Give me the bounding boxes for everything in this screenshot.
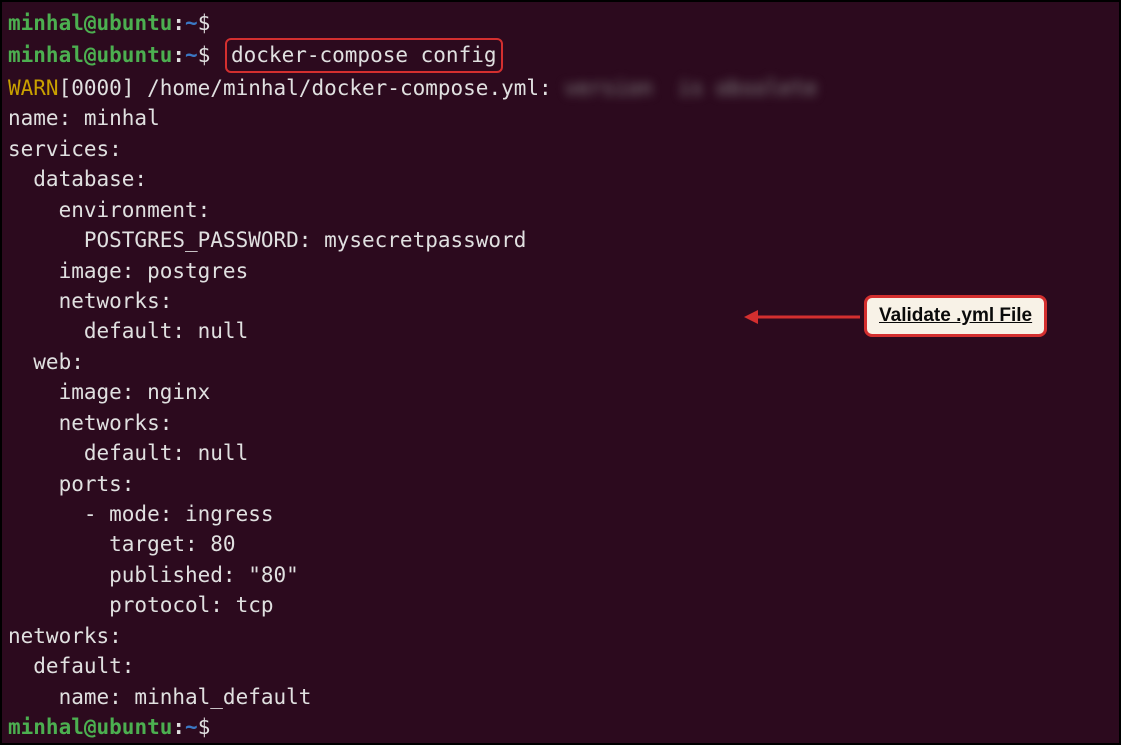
prompt-colon: : <box>172 11 185 35</box>
output-line: default: <box>8 651 1113 681</box>
output-line: networks: <box>8 621 1113 651</box>
output-line: name: minhal <box>8 103 1113 133</box>
output-line: target: 80 <box>8 529 1113 559</box>
warn-blurred: version is obsolete <box>564 76 817 100</box>
output-line: ports: <box>8 469 1113 499</box>
annotation-callout: Validate .yml File <box>742 295 1047 337</box>
prompt-at: @ <box>84 11 97 35</box>
output-line: POSTGRES_PASSWORD: mysecretpassword <box>8 225 1113 255</box>
command-highlight-box: docker-compose config <box>225 38 503 72</box>
prompt-path: ~ <box>185 11 198 35</box>
terminal-line-prompt-final[interactable]: minhal@ubuntu:~$ <box>8 712 1113 742</box>
output-line: services: <box>8 134 1113 164</box>
warn-prefix: WARN <box>8 76 59 100</box>
output-line: web: <box>8 347 1113 377</box>
annotation-label-box: Validate .yml File <box>864 295 1047 337</box>
output-line: database: <box>8 164 1113 194</box>
warn-rest: [0000] /home/minhal/docker-compose.yml: <box>59 76 565 100</box>
terminal-warn-line: WARN[0000] /home/minhal/docker-compose.y… <box>8 73 1113 103</box>
prompt-host: ubuntu <box>97 11 173 35</box>
output-line: environment: <box>8 195 1113 225</box>
output-line: image: postgres <box>8 256 1113 286</box>
output-line: image: nginx <box>8 377 1113 407</box>
output-line: networks: <box>8 408 1113 438</box>
prompt-user: minhal <box>8 11 84 35</box>
command-docker-config: docker-compose config <box>231 43 497 67</box>
annotation-label: Validate .yml File <box>879 305 1032 326</box>
output-line: - mode: ingress <box>8 499 1113 529</box>
arrow-icon <box>742 315 862 317</box>
output-line: protocol: tcp <box>8 590 1113 620</box>
output-line: name: minhal_default <box>8 682 1113 712</box>
terminal-line-command[interactable]: minhal@ubuntu:~$ docker-compose config <box>8 38 1113 72</box>
output-line: published: "80" <box>8 560 1113 590</box>
terminal-line-prompt-empty[interactable]: minhal@ubuntu:~$ <box>8 8 1113 38</box>
output-line: default: null <box>8 438 1113 468</box>
prompt-dollar: $ <box>198 11 211 35</box>
